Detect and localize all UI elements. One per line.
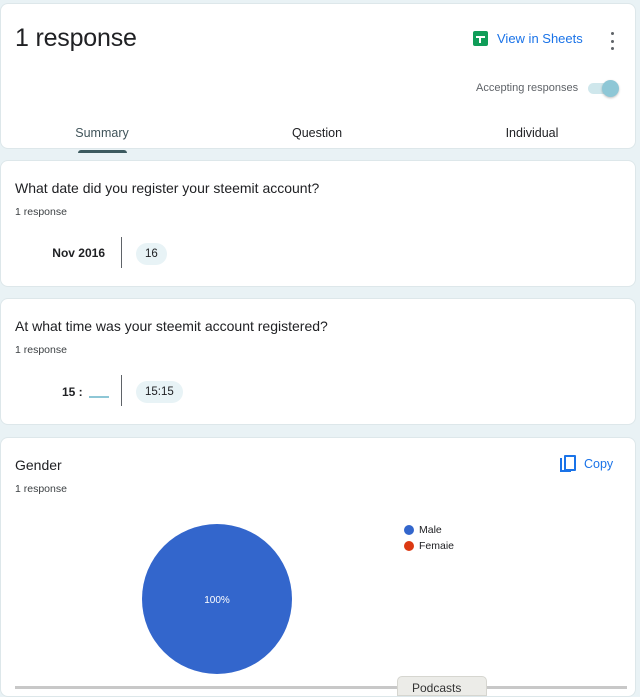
pie-slice-label: 100% [204, 595, 230, 606]
legend-swatch [404, 525, 414, 535]
accepting-responses-toggle[interactable] [588, 80, 620, 97]
legend-swatch [404, 541, 414, 551]
response-count: 1 response [15, 206, 67, 218]
active-tab-indicator [78, 150, 127, 153]
response-count: 1 response [15, 483, 67, 495]
copy-label: Copy [584, 456, 614, 471]
tab-question[interactable]: Question [292, 126, 342, 140]
question-card-date: What date did you register your steemit … [0, 160, 636, 287]
question-title: What date did you register your steemit … [15, 180, 320, 196]
view-in-sheets-label: View in Sheets [497, 31, 583, 46]
tab-individual[interactable]: Individual [506, 126, 559, 140]
question-card-gender: Gender 1 response Copy 100% Male Femaie P… [0, 437, 636, 697]
legend-item-femaie: Femaie [404, 538, 454, 554]
hour-group: 15 : [62, 385, 109, 399]
accepting-responses-label: Accepting responses [476, 82, 579, 94]
minute-placeholder [88, 396, 109, 398]
toggle-thumb [602, 80, 619, 97]
legend-label: Femaie [419, 540, 455, 552]
copy-icon [560, 455, 576, 472]
summary-header-card: 1 response View in Sheets Accepting resp… [0, 3, 636, 153]
chart-legend: Male Femaie [404, 522, 454, 554]
legend-item-male: Male [404, 522, 454, 538]
overlay-tab[interactable]: Podcasts [397, 676, 487, 696]
view-in-sheets-button[interactable]: View in Sheets [473, 31, 583, 46]
response-count-title: 1 response [15, 24, 137, 52]
question-card-time: At what time was your steemit account re… [0, 298, 636, 425]
month-year-label: Nov 2016 [52, 246, 105, 260]
response-count: 1 response [15, 344, 67, 356]
hour-label: 15 : [62, 385, 83, 399]
question-title: Gender [15, 457, 62, 473]
divider [121, 237, 122, 268]
copy-chart-button[interactable]: Copy [560, 455, 613, 472]
sheets-icon [473, 31, 488, 46]
time-chip: 15:15 [136, 381, 183, 403]
legend-label: Male [419, 524, 442, 536]
day-chip: 16 [136, 243, 167, 265]
more-options-icon[interactable] [605, 32, 619, 50]
gender-pie-chart: 100% [142, 524, 292, 674]
divider [121, 375, 122, 406]
response-tabs: Summary Question Individual [1, 116, 635, 153]
question-title: At what time was your steemit account re… [15, 318, 328, 334]
tab-summary[interactable]: Summary [75, 126, 128, 140]
